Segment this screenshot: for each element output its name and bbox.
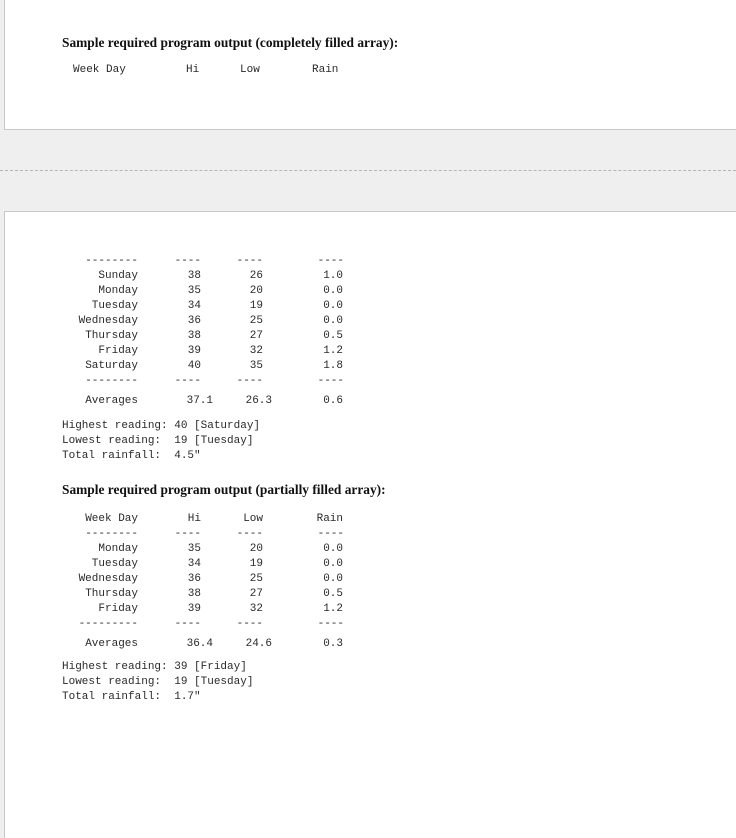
averages-hi: 37.1 xyxy=(186,395,213,407)
separator-dashes: ---- xyxy=(174,375,201,387)
header-rain: Rain xyxy=(312,64,339,76)
separator-dashes: ---- xyxy=(317,618,344,630)
row-low: 20 xyxy=(249,543,263,555)
row-low: 20 xyxy=(249,285,263,297)
row-rain: 0.0 xyxy=(323,285,343,297)
row-low: 19 xyxy=(249,558,263,570)
averages-rain: 0.3 xyxy=(323,638,343,650)
row-day: Thursday xyxy=(85,330,138,342)
row-rain: 0.0 xyxy=(323,300,343,312)
averages-label: Averages xyxy=(85,395,138,407)
row-rain: 0.0 xyxy=(323,315,343,327)
row-rain: 1.0 xyxy=(323,270,343,282)
row-day: Tuesday xyxy=(91,300,138,312)
averages-hi: 36.4 xyxy=(186,638,213,650)
row-rain: 0.0 xyxy=(323,573,343,585)
row-low: 26 xyxy=(249,270,263,282)
separator-dashes: ---- xyxy=(174,528,201,540)
separator-dashes: -------- xyxy=(85,375,138,387)
row-rain: 1.2 xyxy=(323,603,343,615)
row-hi: 38 xyxy=(187,588,201,600)
row-day: Monday xyxy=(98,285,138,297)
row-rain: 0.5 xyxy=(323,588,343,600)
separator-dashes: ---- xyxy=(317,528,344,540)
summary-line: Lowest reading: 19 [Tuesday] xyxy=(62,676,254,688)
row-hi: 39 xyxy=(187,345,201,357)
summary-line: Highest reading: 39 [Friday] xyxy=(62,661,247,673)
averages-rain: 0.6 xyxy=(323,395,343,407)
row-hi: 34 xyxy=(187,558,201,570)
averages-low: 26.3 xyxy=(245,395,272,407)
row-hi: 38 xyxy=(187,330,201,342)
row-day: Wednesday xyxy=(78,573,138,585)
row-day: Wednesday xyxy=(78,315,138,327)
separator-dashes: -------- xyxy=(85,528,138,540)
row-low: 19 xyxy=(249,300,263,312)
separator-dashes: ---- xyxy=(174,618,201,630)
header-rain: Rain xyxy=(316,513,343,525)
row-hi: 40 xyxy=(187,360,201,372)
row-low: 32 xyxy=(249,603,263,615)
row-hi: 35 xyxy=(187,543,201,555)
row-hi: 36 xyxy=(187,573,201,585)
row-hi: 36 xyxy=(187,315,201,327)
row-hi: 38 xyxy=(187,270,201,282)
complete-array-summary: Highest reading: 40 [Saturday] Lowest rea… xyxy=(62,419,260,464)
row-hi: 39 xyxy=(187,603,201,615)
row-low: 25 xyxy=(249,315,263,327)
row-low: 27 xyxy=(249,330,263,342)
separator-dashes: ---- xyxy=(317,375,344,387)
summary-line: Highest reading: 40 [Saturday] xyxy=(62,420,261,432)
complete-table-header-row: Week Day Hi Low Rain xyxy=(0,63,736,78)
separator-dashes: ---- xyxy=(174,255,201,267)
complete-array-heading: Sample required program output (complete… xyxy=(62,35,399,50)
averages-label: Averages xyxy=(85,638,138,650)
summary-line: Total rainfall: 4.5" xyxy=(62,450,201,462)
row-rain: 0.0 xyxy=(323,558,343,570)
row-day: Friday xyxy=(98,603,138,615)
row-day: Sunday xyxy=(98,270,138,282)
separator-dashes: --------- xyxy=(78,618,138,630)
row-rain: 0.0 xyxy=(323,543,343,555)
row-low: 35 xyxy=(249,360,263,372)
row-low: 32 xyxy=(249,345,263,357)
separator-dashes: ---- xyxy=(317,255,344,267)
row-day: Friday xyxy=(98,345,138,357)
row-rain: 1.8 xyxy=(323,360,343,372)
header-week-day: Week Day xyxy=(73,64,126,76)
row-day: Thursday xyxy=(85,588,138,600)
row-rain: 1.2 xyxy=(323,345,343,357)
header-hi: Hi xyxy=(187,513,201,525)
row-day: Tuesday xyxy=(91,558,138,570)
summary-line: Total rainfall: 1.7" xyxy=(62,691,201,703)
summary-line: Lowest reading: 19 [Tuesday] xyxy=(62,435,254,447)
row-low: 27 xyxy=(249,588,263,600)
header-low: Low xyxy=(240,64,260,76)
separator-dashes: ---- xyxy=(236,375,263,387)
header-hi: Hi xyxy=(186,64,200,76)
row-day: Monday xyxy=(98,543,138,555)
separator-dashes: -------- xyxy=(85,255,138,267)
row-hi: 35 xyxy=(187,285,201,297)
header-low: Low xyxy=(243,513,263,525)
partial-array-summary: Highest reading: 39 [Friday] Lowest readi… xyxy=(62,660,253,705)
row-low: 25 xyxy=(249,573,263,585)
separator-dashes: ---- xyxy=(236,528,263,540)
partial-array-heading: Sample required program output (partiall… xyxy=(62,482,386,497)
row-hi: 34 xyxy=(187,300,201,312)
page-separator xyxy=(0,170,736,171)
separator-dashes: ---- xyxy=(236,618,263,630)
header-week-day: Week Day xyxy=(85,513,138,525)
row-rain: 0.5 xyxy=(323,330,343,342)
row-day: Saturday xyxy=(85,360,138,372)
separator-dashes: ---- xyxy=(236,255,263,267)
averages-low: 24.6 xyxy=(245,638,272,650)
